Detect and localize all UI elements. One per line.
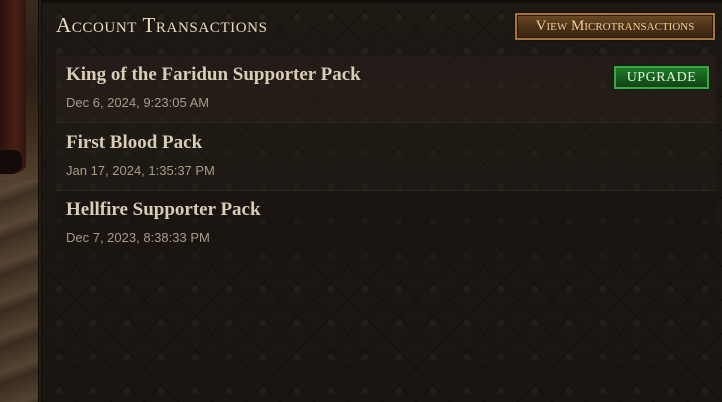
transaction-row: King of the Faridun Supporter Pack Dec 6… — [56, 56, 716, 123]
transaction-name: Hellfire Supporter Pack — [66, 199, 261, 220]
upgrade-button[interactable]: UPGRADE — [614, 66, 709, 89]
transaction-name: First Blood Pack — [66, 132, 203, 153]
character-figure — [0, 0, 26, 172]
transaction-date: Dec 6, 2024, 9:23:05 AM — [66, 95, 210, 110]
page-title: Account Transactions — [56, 13, 268, 37]
transaction-date: Dec 7, 2023, 8:38:33 PM — [66, 230, 210, 245]
panel-top-edge — [42, 0, 722, 5]
view-microtransactions-button[interactable]: View Microtransactions — [515, 13, 715, 40]
character-boot — [0, 150, 22, 174]
transaction-row: First Blood Pack Jan 17, 2024, 1:35:37 P… — [56, 124, 716, 190]
row-divider — [56, 122, 716, 123]
transaction-date: Jan 17, 2024, 1:35:37 PM — [66, 163, 215, 178]
background-art — [0, 0, 38, 402]
wooden-floor — [0, 180, 38, 402]
transaction-name: King of the Faridun Supporter Pack — [66, 64, 361, 85]
transaction-row: Hellfire Supporter Pack Dec 7, 2023, 8:3… — [56, 191, 716, 257]
